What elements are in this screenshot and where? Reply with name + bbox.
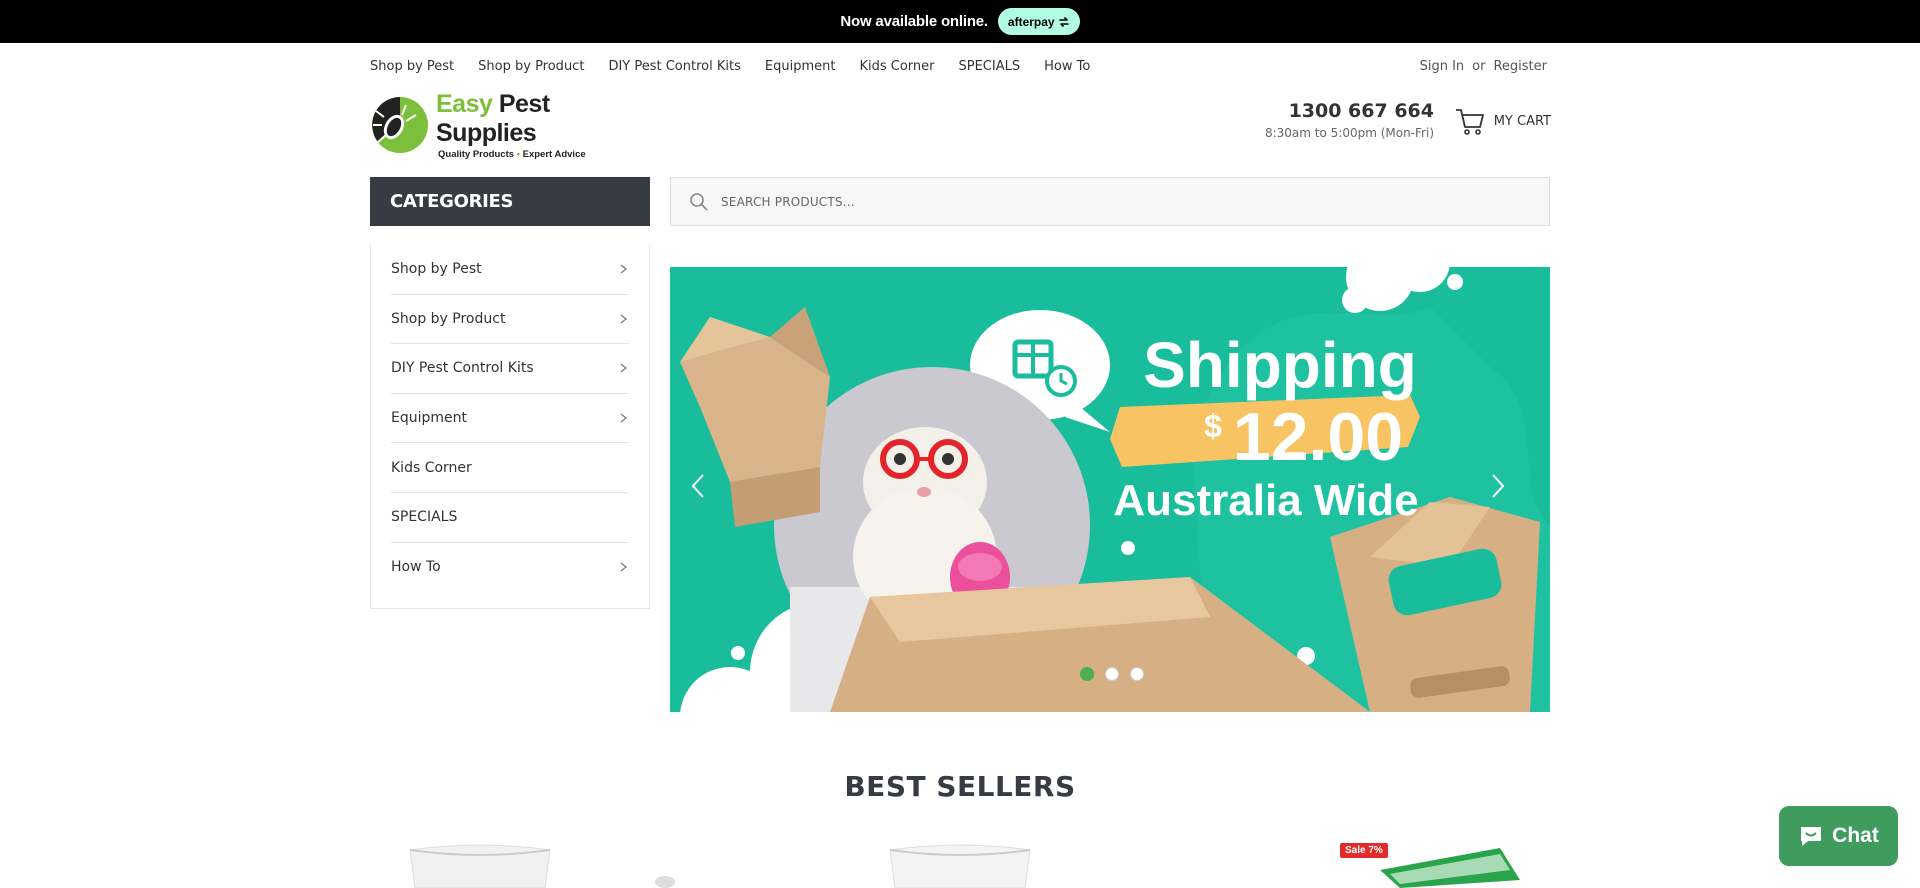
- categories-list: Shop by Pest Shop by Product DIY Pest Co…: [370, 245, 650, 609]
- chevron-right-icon: [620, 562, 627, 572]
- search-icon[interactable]: [689, 192, 709, 212]
- category-item-equipment[interactable]: Equipment: [391, 394, 629, 444]
- product-image-3[interactable]: [885, 840, 1035, 888]
- banner-currency: $: [1204, 408, 1222, 444]
- nav-specials[interactable]: SPECIALS: [958, 59, 1020, 74]
- banner-headline: Shipping: [1143, 329, 1417, 401]
- chat-button[interactable]: Chat: [1779, 806, 1898, 866]
- banner-next-button[interactable]: [1490, 472, 1520, 512]
- cart-icon: [1455, 109, 1484, 135]
- chevron-right-icon: [620, 264, 627, 274]
- banner-pagination: [1080, 667, 1144, 681]
- or-separator: or: [1472, 59, 1486, 74]
- slide-dot-1[interactable]: [1080, 667, 1094, 681]
- chevron-right-icon: [620, 314, 627, 324]
- category-item-shop-by-pest[interactable]: Shop by Pest: [391, 245, 629, 295]
- sale-badge: Sale 7%: [1340, 843, 1388, 858]
- chat-bubble-icon: [1801, 827, 1822, 846]
- cart-label: MY CART: [1493, 113, 1551, 129]
- slide-dot-3[interactable]: [1130, 667, 1144, 681]
- contact-info: 1300 667 664 8:30am to 5:00pm (Mon-Fri): [1265, 100, 1434, 140]
- search-input[interactable]: [721, 194, 1481, 209]
- product-image-1[interactable]: [405, 840, 555, 888]
- main-nav: Shop by Pest Shop by Product DIY Pest Co…: [370, 59, 1090, 74]
- nav-how-to[interactable]: How To: [1044, 59, 1090, 74]
- chat-label: Chat: [1832, 824, 1879, 847]
- category-item-how-to[interactable]: How To: [391, 543, 629, 593]
- category-item-kids-corner[interactable]: Kids Corner: [391, 443, 629, 493]
- nav-shop-by-pest[interactable]: Shop by Pest: [370, 59, 454, 74]
- nav-kids-corner[interactable]: Kids Corner: [859, 59, 934, 74]
- category-item-shop-by-product[interactable]: Shop by Product: [391, 295, 629, 345]
- slide-dot-2[interactable]: [1105, 667, 1119, 681]
- announcement-bar: Now available online. afterpay: [0, 0, 1920, 43]
- logo-tagline: Quality Products • Expert Advice: [438, 149, 586, 160]
- categories-header: CATEGORIES: [370, 177, 650, 226]
- banner-price: 12.00: [1233, 399, 1403, 475]
- chevron-right-icon: [1492, 474, 1505, 498]
- chevron-right-icon: [620, 364, 627, 373]
- banner-prev-button[interactable]: [690, 472, 720, 512]
- afterpay-badge[interactable]: afterpay: [997, 8, 1080, 35]
- search-bar: [670, 177, 1550, 226]
- product-image-2[interactable]: [650, 840, 710, 888]
- cart-button[interactable]: MY CART: [1454, 105, 1551, 137]
- afterpay-label: afterpay: [1007, 14, 1055, 29]
- account-links: Sign In or Register: [1420, 59, 1547, 74]
- chevron-left-icon: [691, 474, 704, 498]
- nav-equipment[interactable]: Equipment: [765, 59, 836, 74]
- logo-name: Easy Pest Supplies: [436, 90, 550, 147]
- bug-logo-icon: [370, 95, 430, 155]
- phone-number[interactable]: 1300 667 664: [1265, 100, 1434, 122]
- nav-shop-by-product[interactable]: Shop by Product: [478, 59, 584, 74]
- category-item-specials[interactable]: SPECIALS: [391, 493, 629, 543]
- sign-in-link[interactable]: Sign In: [1420, 59, 1465, 74]
- chevron-right-icon: [620, 413, 627, 423]
- category-item-diy-kits[interactable]: DIY Pest Control Kits: [391, 344, 629, 394]
- announcement-text: Now available online.: [840, 13, 988, 30]
- afterpay-arrows-icon: [1058, 16, 1069, 27]
- best-sellers-title: BEST SELLERS: [844, 770, 1076, 803]
- banner-subline: Australia Wide: [1113, 476, 1418, 525]
- business-hours: 8:30am to 5:00pm (Mon-Fri): [1264, 126, 1434, 140]
- shipping-illustration: Shipping $ 12.00 Australia Wide: [680, 267, 1550, 712]
- register-link[interactable]: Register: [1493, 59, 1547, 74]
- hero-banner[interactable]: Shipping $ 12.00 Australia Wide: [670, 267, 1550, 712]
- site-logo[interactable]: Easy Pest Supplies Quality Products • Ex…: [370, 90, 620, 160]
- nav-diy-kits[interactable]: DIY Pest Control Kits: [608, 59, 740, 74]
